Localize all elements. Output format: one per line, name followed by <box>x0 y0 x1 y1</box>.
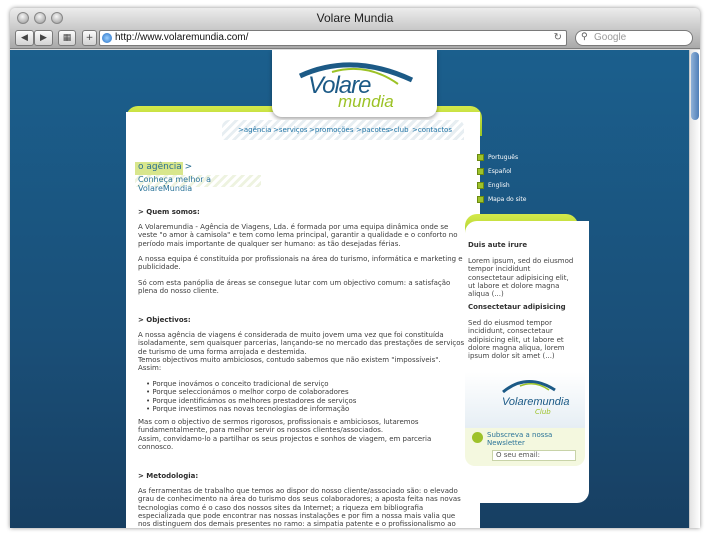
news-text-1: Lorem ipsum, sed do eiusmod tempor incid… <box>468 257 574 299</box>
paragraph-quem-2: A nossa equipa é constituída por profiss… <box>138 255 463 272</box>
club-logo-text: Volaremundia <box>502 396 570 408</box>
paragraph-quem-3: Só com esta panóplia de áreas se consegu… <box>138 279 451 296</box>
list-item: Porque seleccionámos o melhor corpo de c… <box>146 388 356 396</box>
scrollbar-thumb[interactable] <box>691 52 699 120</box>
list-item: Porque investimos nas novas tecnologias … <box>146 405 356 413</box>
news-title-1[interactable]: Duis aute irure <box>468 241 527 249</box>
nav-club[interactable]: >club <box>388 126 409 134</box>
nav-contactos[interactable]: >contactos <box>412 126 452 134</box>
objectives-list: Porque inovámos o conceito tradicional d… <box>146 380 356 413</box>
language-label: Português <box>488 154 519 161</box>
browser-toolbar: ◀ ▶ ▦ + http://www.volaremundia.com/ ↻ ⚲… <box>10 29 700 49</box>
mail-icon <box>487 478 494 485</box>
paragraph-quem-1: A Volaremundia - Agência de Viagens, Lda… <box>138 223 458 248</box>
search-placeholder: Google <box>594 32 627 43</box>
bookmarks-grid-icon[interactable]: ▦ <box>58 30 76 46</box>
sitemap-label: Mapa do site <box>488 196 527 203</box>
section-title: o agência > <box>138 162 193 172</box>
add-bookmark-button[interactable]: + <box>82 30 97 46</box>
back-button[interactable]: ◀ <box>15 30 34 46</box>
site-logo[interactable]: Volare mundia <box>272 50 437 117</box>
vertical-scrollbar[interactable] <box>689 50 700 528</box>
contact-phone: Tel: 234 547 964 <box>487 492 547 499</box>
phone-icon <box>487 492 494 499</box>
news-text-2: Sed do eiusmod tempor incididunt, consec… <box>468 319 565 361</box>
paragraph-obj-5: Assim, convidamo-lo a partilhar os seus … <box>138 435 432 452</box>
forward-button[interactable]: ▶ <box>34 30 53 46</box>
nav-pacotes[interactable]: >pacotes <box>356 126 389 134</box>
flag-icon <box>477 154 484 161</box>
paragraph-obj-3: Assim: <box>138 364 162 372</box>
address-bar[interactable]: http://www.volaremundia.com/ ↻ <box>99 30 567 46</box>
email-field[interactable]: O seu email: <box>492 450 576 461</box>
club-logo-subtext: Club <box>535 408 551 416</box>
language-label: English <box>488 182 510 189</box>
nav-agencia[interactable]: >agência <box>238 126 271 134</box>
paragraph-obj-1: A nossa agência de viagens é considerada… <box>138 331 465 356</box>
list-item: Porque identificámos os melhores prestad… <box>146 397 356 405</box>
news-title-2[interactable]: Consectetaur adipisicing <box>468 303 566 311</box>
contact-email-text: info@volaremundia.pt <box>497 478 564 485</box>
contact-phone-text: Tel: 234 547 964 <box>497 492 548 499</box>
heading-metodologia: > Metodologia: <box>138 472 199 480</box>
contact-email[interactable]: info@volaremundia.pt <box>487 478 564 485</box>
window-title: Volare Mundia <box>316 11 394 25</box>
title-bar: Volare Mundia <box>10 8 700 29</box>
newsletter-label[interactable]: Subscreva a nossa Newsletter <box>487 431 577 447</box>
nav-servicos[interactable]: >serviços <box>273 126 308 134</box>
url-text: http://www.volaremundia.com/ <box>115 32 249 43</box>
paragraph-met-1: As ferramentas de trabalho que temos ao … <box>138 487 461 528</box>
reload-icon[interactable]: ↻ <box>554 32 562 43</box>
section-subtitle: Conheça melhor a VolareMundia <box>135 175 261 193</box>
main-navigation: >agência >serviços >promoções >pacotes >… <box>222 120 464 140</box>
browser-window: Volare Mundia ◀ ▶ ▦ + http://www.volarem… <box>10 8 700 528</box>
search-field[interactable]: ⚲ Google <box>575 30 693 46</box>
web-page: Volare mundia >agência >serviços >promoç… <box>10 50 689 528</box>
globe-icon <box>102 33 112 43</box>
newsletter-icon <box>472 432 483 443</box>
nav-promocoes[interactable]: >promoções <box>309 126 354 134</box>
flag-icon <box>477 182 484 189</box>
heading-objectivos: > Objectivos: <box>138 316 191 324</box>
logo-text-mundia: mundia <box>338 92 394 111</box>
sitemap-icon <box>477 196 484 203</box>
language-label: Español <box>488 168 512 175</box>
paragraph-obj-4: Mas com o objectivo de sermos rigorosos,… <box>138 418 419 435</box>
search-icon: ⚲ <box>581 32 588 42</box>
heading-quem-somos: > Quem somos: <box>138 208 200 216</box>
list-item: Porque inovámos o conceito tradicional d… <box>146 380 356 388</box>
club-wave-icon <box>502 380 556 394</box>
flag-icon <box>477 168 484 175</box>
